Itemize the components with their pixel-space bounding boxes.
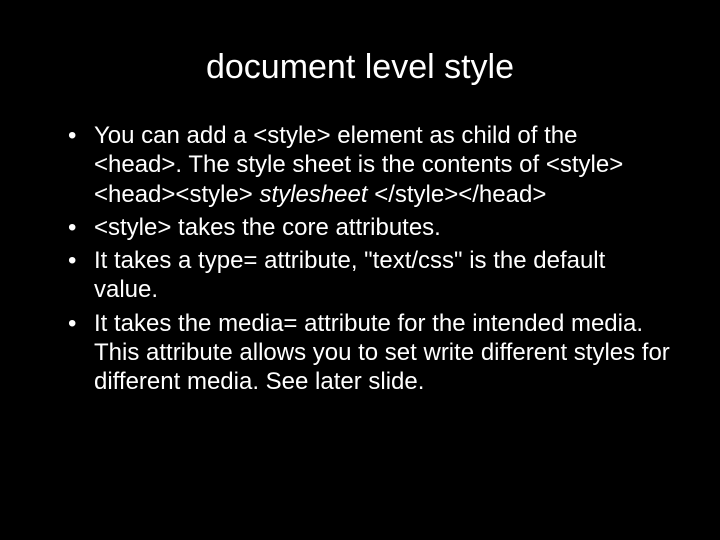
bullet-list: You can add a <style> element as child o… (48, 121, 672, 396)
list-item: You can add a <style> element as child o… (68, 121, 672, 209)
list-item: It takes a type= attribute, "text/css" i… (68, 246, 672, 305)
slide: document level style You can add a <styl… (0, 0, 720, 540)
list-item: It takes the media= attribute for the in… (68, 309, 672, 397)
list-item: <style> takes the core attributes. (68, 213, 672, 242)
slide-title: document level style (48, 48, 672, 87)
